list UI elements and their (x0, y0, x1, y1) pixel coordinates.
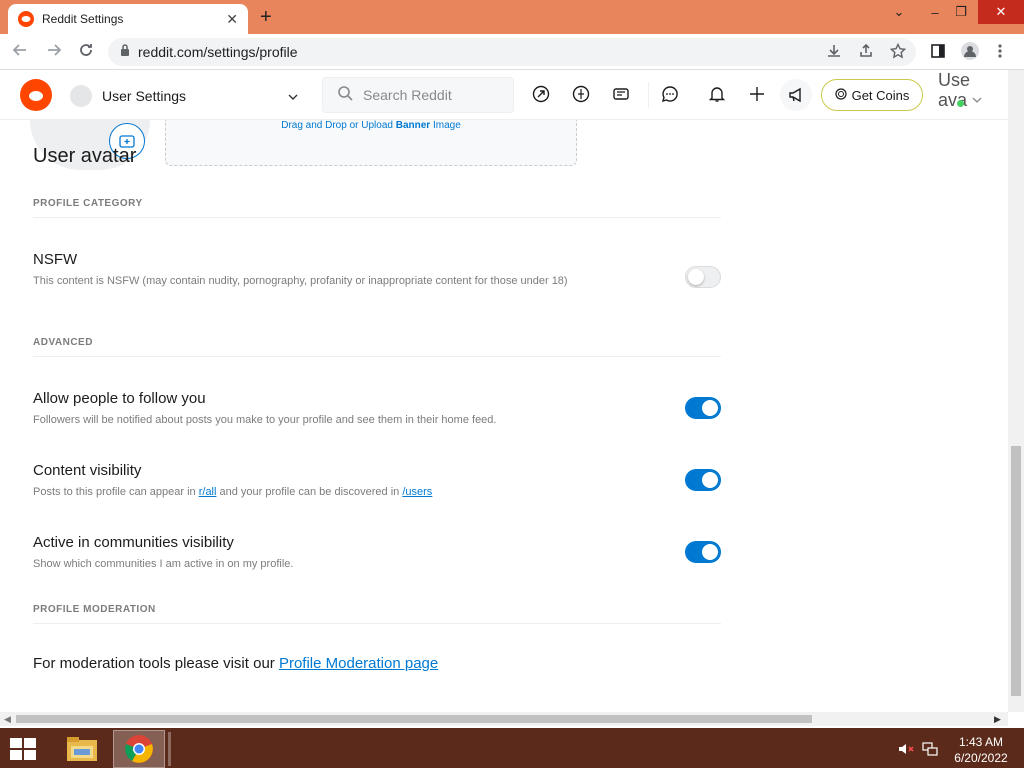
lock-icon (120, 43, 130, 61)
toggle-knob (702, 544, 718, 560)
user-menu-line2: ava (938, 90, 968, 110)
section-profile-moderation: PROFILE MODERATION (33, 604, 721, 624)
new-tab-button[interactable]: + (260, 6, 272, 29)
user-settings-dropdown[interactable]: User Settings (70, 76, 298, 116)
nsfw-title: NSFW (33, 251, 78, 268)
scroll-right-arrow-icon[interactable]: ▶ (994, 714, 1001, 725)
section-profile-category: PROFILE CATEGORY (33, 198, 721, 218)
user-settings-label: User Settings (102, 88, 187, 104)
communities-title: Active in communities visibility (33, 534, 234, 551)
window-close-button[interactable]: ✕ (978, 0, 1024, 24)
header-divider (648, 82, 649, 108)
clock-date: 6/20/2022 (954, 751, 1008, 765)
clock-time: 1:43 AM (958, 735, 1004, 749)
create-post-icon[interactable] (748, 85, 766, 108)
url-text: reddit.com/settings/profile (138, 44, 298, 60)
notification-bell-icon[interactable] (708, 85, 726, 108)
system-clock[interactable]: 1:43 AM 6/20/2022 (946, 734, 1016, 766)
user-menu-line1: Use (938, 70, 971, 90)
profile-moderation-link[interactable]: Profile Moderation page (279, 655, 438, 672)
toggle-knob (688, 269, 704, 285)
scroll-left-arrow-icon[interactable]: ◀ (4, 714, 11, 725)
get-coins-button[interactable]: Get Coins (821, 79, 923, 111)
back-icon[interactable] (12, 42, 28, 63)
user-menu[interactable]: Use ava (938, 70, 970, 110)
follow-description: Followers will be notified about posts y… (33, 414, 497, 426)
popular-icon[interactable] (532, 85, 550, 108)
reload-icon[interactable] (78, 42, 94, 63)
tab-title: Reddit Settings (42, 12, 124, 26)
banner-upload-text: Drag and Drop or Upload Banner Image (281, 120, 461, 131)
communities-toggle[interactable] (685, 541, 721, 563)
menu-kebab-icon[interactable] (998, 43, 1002, 63)
search-icon (337, 85, 353, 106)
network-icon[interactable] (922, 742, 938, 759)
browser-toolbar: reddit.com/settings/profile (0, 34, 1024, 70)
get-coins-label: Get Coins (851, 87, 910, 103)
windows-start-icon[interactable] (10, 738, 36, 760)
section-advanced: ADVANCED (33, 337, 721, 357)
browser-tabstrip: Reddit Settings ✕ + ⌄ – ❐ ✕ (0, 0, 1024, 34)
toggle-knob (702, 400, 718, 416)
reddit-favicon-icon (18, 11, 34, 27)
visibility-toggle[interactable] (685, 469, 721, 491)
chrome-taskbar-icon[interactable] (113, 730, 165, 768)
coin-icon (834, 87, 847, 103)
reddit-header: User Settings Search Reddit Get Coins Us… (0, 70, 1008, 120)
users-link[interactable]: /users (402, 486, 432, 498)
search-placeholder: Search Reddit (363, 87, 452, 103)
banner-upload-area[interactable]: Drag and Drop or Upload Banner Image (165, 120, 577, 166)
chevron-down-icon (288, 89, 298, 103)
tab-close-icon[interactable]: ✕ (226, 11, 238, 28)
taskbar-divider (168, 732, 171, 766)
chat-icon[interactable] (661, 85, 679, 108)
profile-icon[interactable] (960, 41, 980, 65)
browser-tab[interactable]: Reddit Settings ✕ (8, 4, 248, 34)
avatar-title: User avatar (33, 145, 137, 167)
nsfw-description: This content is NSFW (may contain nudity… (33, 275, 568, 287)
visibility-title: Content visibility (33, 462, 142, 479)
file-explorer-icon[interactable] (56, 730, 108, 768)
search-input[interactable]: Search Reddit (322, 77, 514, 113)
horizontal-scrollbar[interactable]: ◀ ▶ (0, 712, 1008, 726)
user-menu-chevron-icon[interactable] (972, 90, 982, 108)
follow-toggle[interactable] (685, 397, 721, 419)
vertical-scrollbar[interactable] (1008, 70, 1024, 712)
advertise-megaphone-icon[interactable] (780, 79, 812, 111)
vertical-scroll-thumb[interactable] (1011, 446, 1021, 696)
follow-title: Allow people to follow you (33, 390, 206, 407)
volume-muted-icon[interactable] (898, 742, 914, 759)
video-icon[interactable] (612, 85, 630, 108)
download-icon[interactable] (826, 43, 842, 63)
coins-icon[interactable] (572, 85, 590, 108)
r-all-link[interactable]: r/all (199, 486, 217, 498)
sidebar-icon[interactable] (930, 43, 946, 63)
nsfw-toggle[interactable] (685, 266, 721, 288)
forward-icon[interactable] (46, 42, 62, 63)
reddit-logo-icon[interactable] (20, 79, 52, 111)
bookmark-star-icon[interactable] (889, 42, 907, 63)
horizontal-scroll-thumb[interactable] (16, 715, 812, 723)
online-status-dot (957, 100, 964, 107)
toggle-knob (702, 472, 718, 488)
share-icon[interactable] (858, 43, 874, 63)
avatar (70, 85, 92, 107)
moderation-text: For moderation tools please visit our Pr… (33, 655, 439, 672)
windows-taskbar (0, 728, 1024, 768)
communities-description: Show which communities I am active in on… (33, 558, 294, 570)
address-bar[interactable]: reddit.com/settings/profile (108, 38, 916, 66)
tab-search-icon[interactable]: ⌄ (884, 0, 914, 24)
restore-button[interactable]: ❐ (946, 0, 976, 24)
visibility-description: Posts to this profile can appear in r/al… (33, 486, 433, 498)
